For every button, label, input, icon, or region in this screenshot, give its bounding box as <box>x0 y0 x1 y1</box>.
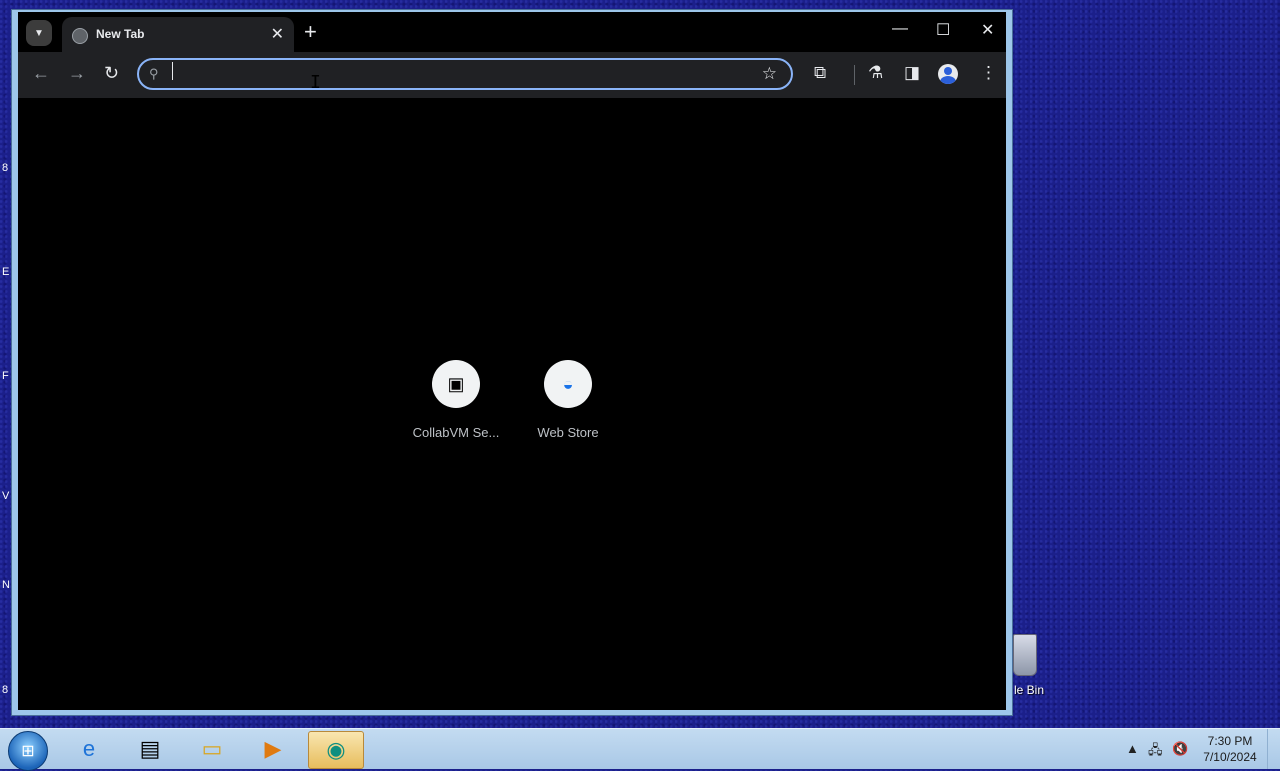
reload-button[interactable]: ↻ <box>104 63 119 84</box>
folder-icon: ▭ <box>201 736 223 761</box>
chevron-down-icon: ▼ <box>34 27 44 39</box>
new-tab-page: ▣ CollabVM Se... ◒ Web Store <box>18 98 1006 710</box>
shortcut-label: CollabVM Se... <box>412 425 500 440</box>
new-tab-button[interactable]: + <box>304 20 317 44</box>
extensions-icon[interactable]: ⧉ <box>814 63 826 83</box>
chromium-icon: ◉ <box>326 737 346 762</box>
taskbar-app-media-player[interactable]: ▶ <box>246 731 300 767</box>
system-clock[interactable]: 7:30 PM 7/10/2024 <box>1196 733 1264 765</box>
web-store-icon: ◒ <box>544 360 592 408</box>
address-bar[interactable]: ⚲ ☆ <box>137 58 793 90</box>
desktop-icon-label-fragment[interactable]: E <box>2 266 9 278</box>
site-info-icon[interactable]: ⚲ <box>149 66 159 82</box>
taskbar-app-chromium[interactable]: ◉ <box>308 731 364 769</box>
taskbar: ⊞ e ▤ ▭ ▶ ◉ ▲ 🖧 🔇 7:30 PM 7/10/2024 <box>0 728 1280 771</box>
browser-window: ▼ New Tab ✕ + — ☐ ✕ ← → ↻ ⚲ ☆ ⧉ ⚗ ◨ ⋮ ▣ … <box>12 10 1012 715</box>
mouse-cursor-ibeam-icon: I <box>310 72 321 93</box>
recycle-bin-label: le Bin <box>1014 683 1045 697</box>
start-button[interactable]: ⊞ <box>8 731 48 771</box>
desktop-icon-label-fragment[interactable]: 8 <box>2 684 8 696</box>
profile-avatar-icon[interactable] <box>938 64 958 84</box>
shortcut-tile[interactable]: ▣ CollabVM Se... <box>401 360 511 440</box>
tab-title: New Tab <box>96 27 145 41</box>
text-caret <box>172 62 173 80</box>
shortcut-label: Web Store <box>537 425 599 440</box>
taskbar-app-internet-explorer[interactable]: e <box>62 731 116 767</box>
desktop-icon-label-fragment[interactable]: 8 <box>2 162 8 174</box>
shortcut-tile[interactable]: ◒ Web Store <box>513 360 623 440</box>
minimize-button[interactable]: — <box>892 20 908 38</box>
windows-logo-icon: ⊞ <box>21 743 35 760</box>
desktop-icon-label-fragment[interactable]: N <box>2 579 10 591</box>
internet-explorer-icon: e <box>82 736 96 761</box>
browser-toolbar: ← → ↻ ⚲ ☆ ⧉ ⚗ ◨ ⋮ <box>18 52 1006 98</box>
clock-time: 7:30 PM <box>1207 734 1253 748</box>
taskbar-app-notepad[interactable]: ▤ <box>123 731 177 767</box>
show-hidden-icons-chevron-icon[interactable]: ▲ <box>1126 741 1139 756</box>
collabvm-icon: ▣ <box>432 360 480 408</box>
labs-flask-icon[interactable]: ⚗ <box>868 63 883 83</box>
forward-button[interactable]: → <box>68 63 86 84</box>
globe-icon <box>72 28 88 44</box>
media-player-icon: ▶ <box>264 736 282 761</box>
volume-muted-icon[interactable]: 🔇 <box>1172 741 1188 757</box>
close-window-button[interactable]: ✕ <box>981 20 994 40</box>
desktop-icon-label-fragment[interactable]: V <box>2 490 9 502</box>
tab-close-button[interactable]: ✕ <box>271 24 284 44</box>
toolbar-separator <box>854 65 855 85</box>
back-button[interactable]: ← <box>32 63 50 84</box>
recycle-bin-icon <box>1013 634 1037 676</box>
desktop-icon-label-fragment[interactable]: F <box>2 370 9 382</box>
tab-strip: ▼ New Tab ✕ + — ☐ ✕ <box>18 12 1006 52</box>
notepad-icon: ▤ <box>139 736 161 761</box>
tab-search-button[interactable]: ▼ <box>26 20 52 46</box>
taskbar-app-file-explorer[interactable]: ▭ <box>185 731 239 767</box>
show-desktop-button[interactable] <box>1267 729 1280 769</box>
address-input[interactable] <box>171 64 755 86</box>
maximize-button[interactable]: ☐ <box>936 20 950 40</box>
side-panel-icon[interactable]: ◨ <box>904 63 920 83</box>
menu-kebab-icon[interactable]: ⋮ <box>980 63 997 83</box>
tab-new-tab[interactable]: New Tab ✕ <box>62 17 294 52</box>
bookmark-star-icon[interactable]: ☆ <box>762 64 777 84</box>
network-icon[interactable]: 🖧 <box>1148 741 1163 763</box>
clock-date: 7/10/2024 <box>1203 750 1257 764</box>
recycle-bin[interactable]: le Bin <box>1004 630 1064 700</box>
